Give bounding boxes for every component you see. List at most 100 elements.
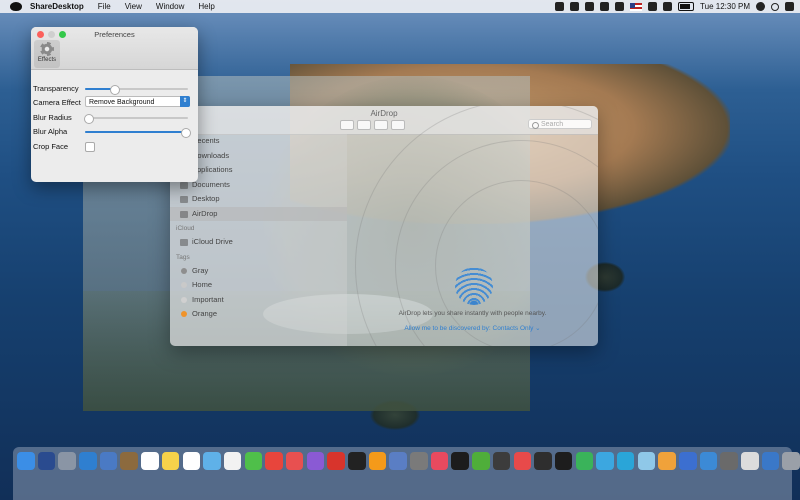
sidebar-item-orange[interactable]: Orange (170, 307, 347, 322)
dock-app-icon[interactable] (472, 452, 490, 470)
transparency-slider[interactable] (85, 85, 188, 95)
status-app-icon[interactable] (555, 2, 565, 11)
icon-view-button[interactable] (340, 120, 354, 130)
sidebar-item-label: iCloud Drive (192, 237, 233, 246)
dock-app-icon[interactable] (534, 452, 552, 470)
dock-app-icon[interactable] (575, 452, 594, 470)
dock-app-icon[interactable] (410, 452, 428, 470)
dock-app-icon[interactable] (37, 452, 56, 470)
menu-app-name[interactable]: ShareDesktop (30, 2, 84, 11)
crop-face-checkbox[interactable] (85, 142, 95, 152)
dock-app-icon[interactable] (141, 452, 159, 470)
menu-clock[interactable]: Tue 12:30 PM (700, 2, 750, 11)
dock-app-icon[interactable] (782, 452, 800, 470)
list-view-button[interactable] (357, 120, 371, 130)
dock-app-icon[interactable] (327, 452, 345, 470)
dock-app-icon[interactable] (492, 452, 511, 470)
column-view-button[interactable] (374, 120, 388, 130)
menu-file[interactable]: File (98, 2, 111, 11)
dock-app-icon[interactable] (120, 452, 138, 470)
chevron-updown-icon: ⇕ (180, 96, 190, 107)
blur-radius-slider[interactable] (84, 114, 188, 124)
finder-window[interactable]: AirDrop Search Recents Downloads Applicati… (170, 106, 598, 346)
airdrop-icon (455, 267, 493, 305)
dock-app-icon[interactable] (451, 452, 469, 470)
search-icon[interactable] (771, 2, 779, 11)
telegram-status-icon[interactable] (570, 2, 580, 11)
dock-app-icon[interactable] (348, 452, 366, 470)
user-icon[interactable] (756, 2, 765, 11)
dock-app-icon[interactable] (596, 452, 614, 470)
us-flag-input-icon[interactable] (630, 2, 643, 11)
tab-effects[interactable]: Effects (34, 40, 60, 68)
slider-knob[interactable] (84, 114, 95, 124)
airdrop-description: AirDrop lets you share instantly with pe… (398, 310, 547, 317)
dock-app-icon[interactable] (658, 452, 676, 470)
view-mode-buttons (340, 120, 405, 130)
gear-icon (40, 42, 54, 56)
battery-icon[interactable] (678, 2, 695, 11)
checkbox-status-icon[interactable] (585, 2, 595, 11)
tag-dot-icon (181, 267, 187, 274)
sidebar-item-gray[interactable]: Gray (170, 264, 347, 279)
transparency-row: Transparency (31, 82, 198, 96)
dock-app-icon[interactable] (741, 452, 759, 470)
tag-dot-icon (181, 296, 187, 303)
sidebar-item-airdrop[interactable]: AirDrop (170, 206, 347, 221)
dock-app-icon[interactable] (203, 452, 221, 470)
menu-view[interactable]: View (125, 2, 142, 11)
dock-app-icon[interactable] (679, 452, 697, 470)
dock-app-icon[interactable] (720, 452, 738, 470)
airdrop-discovery-link[interactable]: Allow me to be discovered by: Contacts O… (347, 324, 598, 332)
dock-app-icon[interactable] (430, 452, 449, 470)
sidebar-item-icloud-drive[interactable]: iCloud Drive (170, 235, 347, 250)
apple-icon[interactable] (10, 2, 22, 11)
gallery-view-button[interactable] (391, 120, 405, 130)
dock-app-icon[interactable] (265, 452, 283, 470)
tag-dot-icon (181, 282, 187, 288)
dock-app-icon[interactable] (368, 452, 387, 470)
sidebar-item-home[interactable]: Home (170, 278, 347, 293)
sync-icon[interactable] (663, 2, 673, 11)
blur-radius-row: Blur Radius (31, 111, 198, 125)
preferences-toolbar: Preferences Effects (31, 27, 198, 70)
camera-effect-select[interactable]: Remove Background ⇕ (85, 96, 190, 107)
dock-app-icon[interactable] (761, 452, 780, 470)
wifi-icon[interactable] (648, 2, 658, 11)
dock-app-icon[interactable] (99, 452, 118, 470)
sidebar-item-label: Gray (192, 265, 209, 275)
dock-app-icon[interactable] (182, 452, 200, 470)
dock-app-icon[interactable] (244, 452, 263, 470)
folder-icon (180, 196, 188, 203)
dock-app-icon[interactable] (161, 452, 180, 470)
sidebar-item-desktop[interactable]: Desktop (170, 192, 347, 207)
dock-app-icon[interactable] (306, 452, 325, 470)
slider-knob[interactable] (180, 128, 191, 138)
tab-effects-label: Effects (37, 57, 57, 63)
input-status-icon[interactable] (615, 2, 625, 11)
dock-app-icon[interactable] (79, 452, 97, 470)
dock-app-icon[interactable] (389, 452, 407, 470)
dock-app-icon[interactable] (17, 452, 35, 470)
menu-extras: Tue 12:30 PM (555, 0, 794, 13)
sidebar-section-icloud: iCloud (176, 225, 195, 232)
dock-app-icon[interactable] (285, 452, 304, 470)
mail-status-icon[interactable] (600, 2, 610, 11)
dock-app-icon[interactable] (616, 452, 635, 470)
menu-window[interactable]: Window (156, 2, 184, 11)
preferences-window[interactable]: Preferences Effects Transparency Camera … (31, 27, 198, 182)
sidebar-item-important[interactable]: Important (170, 293, 347, 308)
notification-center-icon[interactable] (785, 2, 794, 11)
dock-app-icon[interactable] (58, 452, 76, 470)
menu-help[interactable]: Help (198, 2, 214, 11)
dock (13, 447, 800, 500)
dock-app-icon[interactable] (554, 452, 573, 470)
camera-effect-label: Camera Effect (33, 98, 81, 107)
dock-app-icon[interactable] (223, 452, 242, 470)
preferences-title: Preferences (94, 30, 135, 39)
dock-app-icon[interactable] (637, 452, 656, 470)
slider-knob[interactable] (109, 85, 120, 95)
dock-app-icon[interactable] (513, 452, 531, 470)
dock-app-icon[interactable] (699, 452, 718, 470)
blur-alpha-slider[interactable] (85, 128, 191, 138)
